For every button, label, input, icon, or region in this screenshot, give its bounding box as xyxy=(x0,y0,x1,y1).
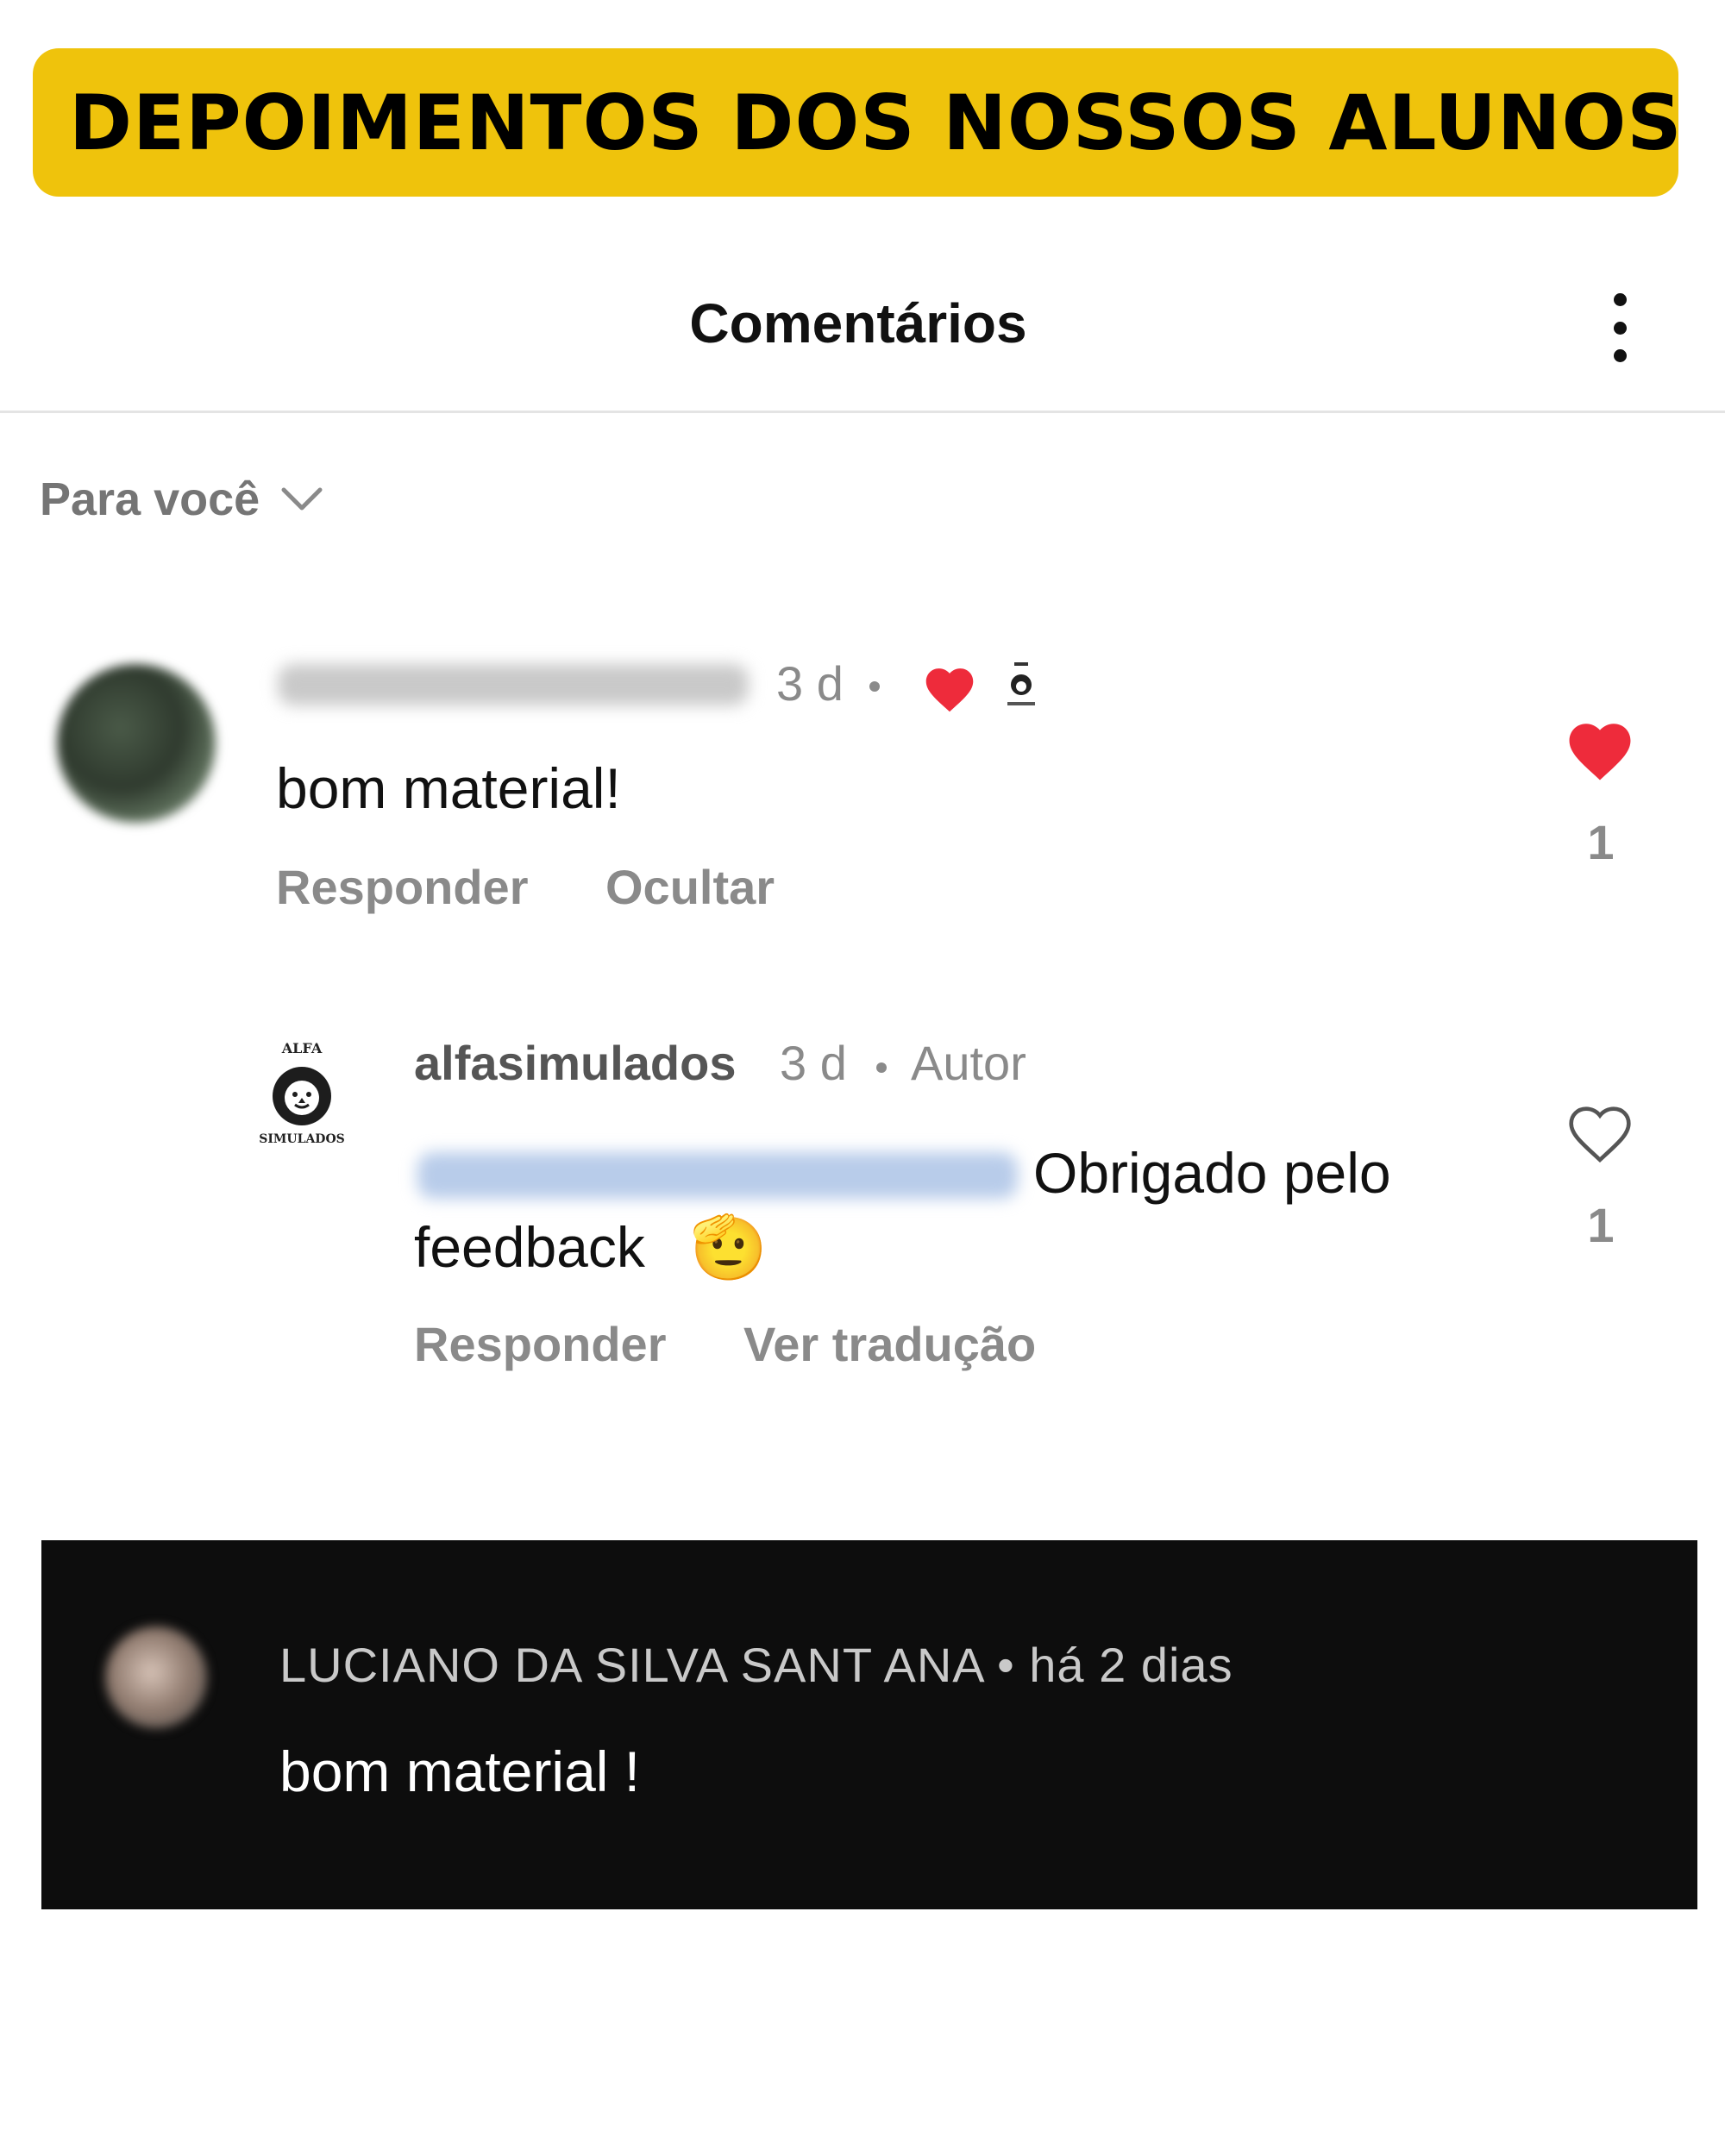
reply-button[interactable]: Responder xyxy=(414,1316,667,1372)
comment-timestamp: 3 d xyxy=(776,656,844,711)
reply-text-line1: Obrigado pelo xyxy=(1033,1141,1391,1205)
chevron-down-icon xyxy=(281,487,323,511)
reply-button[interactable]: Responder xyxy=(276,859,529,915)
emoji: 🫡 xyxy=(690,1213,768,1282)
avatar-bottom-text: SIMULADOS xyxy=(259,1132,345,1146)
comment-text: bom material! xyxy=(276,756,621,820)
avatar[interactable] xyxy=(57,664,216,823)
reply-mention[interactable] xyxy=(417,1152,1018,1199)
testimonials-banner: DEPOIMENTOS DOS NOSSOS ALUNOS xyxy=(33,48,1682,197)
comment-text: bom material ! xyxy=(279,1739,641,1803)
youtube-comment-panel: LUCIANO DA SILVA SANT ANA • há 2 dias bo… xyxy=(41,1540,1697,1909)
comment-author-name: LUCIANO DA SILVA SANT ANA xyxy=(279,1638,983,1692)
translate-button[interactable]: Ver tradução xyxy=(743,1316,1036,1372)
banner-title: DEPOIMENTOS DOS NOSSOS ALUNOS xyxy=(69,78,1683,167)
like-count: 1 xyxy=(1587,815,1615,869)
separator-dot xyxy=(876,1062,887,1073)
comments-header: Comentários xyxy=(0,259,1725,413)
separator-dot: • xyxy=(982,1638,1030,1692)
comment-timestamp: há 2 dias xyxy=(1029,1638,1233,1692)
kebab-icon[interactable] xyxy=(1603,293,1637,362)
reply-username[interactable]: alfasimulados xyxy=(414,1035,736,1091)
comment-username[interactable] xyxy=(278,664,749,705)
reply-text-line2: feedback xyxy=(414,1215,645,1279)
hide-button[interactable]: Ocultar xyxy=(605,859,775,915)
lion-logo-icon xyxy=(273,1067,331,1125)
separator-dot xyxy=(869,681,880,692)
header-title: Comentários xyxy=(689,292,1027,354)
author-badge: Autor xyxy=(911,1036,1026,1090)
heart-filled-icon[interactable] xyxy=(1563,716,1637,783)
reply-timestamp: 3 d xyxy=(780,1036,847,1090)
avatar[interactable] xyxy=(105,1626,207,1728)
avatar-top-text: ALFA xyxy=(281,1040,323,1056)
sort-filter-dropdown[interactable]: Para você xyxy=(40,473,323,526)
avatar[interactable]: ALFA SIMULADOS xyxy=(255,1040,348,1157)
heart-filled-icon xyxy=(925,668,974,712)
sort-filter-label: Para você xyxy=(40,473,260,525)
lion-logo-icon xyxy=(1007,662,1035,705)
heart-outline-icon[interactable] xyxy=(1563,1099,1637,1166)
like-count: 1 xyxy=(1587,1198,1615,1252)
comment-author[interactable]: LUCIANO DA SILVA SANT ANA • há 2 dias xyxy=(279,1637,1233,1693)
